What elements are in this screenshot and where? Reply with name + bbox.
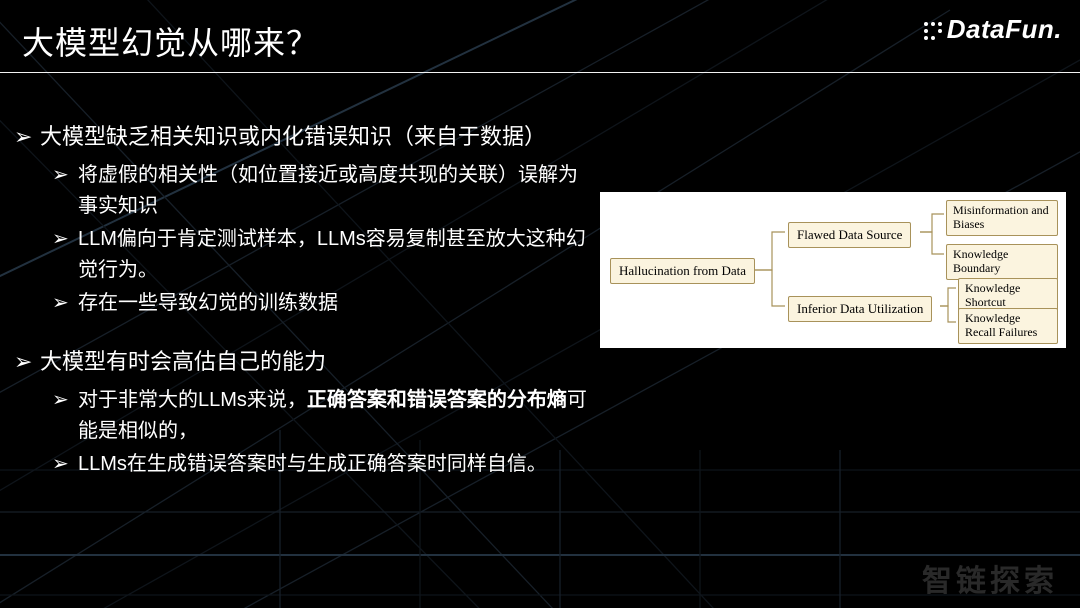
slide: 大模型幻觉从哪来？ DataFun. ➢ 大模型缺乏相关知识或内化错误知识（来自…: [0, 0, 1080, 608]
diagram-leaf-1: Misinformation and Biases: [946, 200, 1058, 236]
diagram-mid-1: Flawed Data Source: [788, 222, 911, 248]
bullet-1: ➢ 大模型缺乏相关知识或内化错误知识（来自于数据） ➢ 将虚假的相关性（如位置接…: [14, 120, 594, 319]
diagram-root: Hallucination from Data: [610, 258, 755, 284]
arrow-icon: ➢: [14, 120, 40, 154]
arrow-icon: ➢: [52, 160, 78, 191]
hallucination-diagram: Hallucination from Data Flawed Data Sour…: [600, 192, 1066, 348]
bullet-2: ➢ 大模型有时会高估自己的能力 ➢ 对于非常大的LLMs来说，正确答案和错误答案…: [14, 345, 594, 480]
bullet-1-sub-1: ➢ 将虚假的相关性（如位置接近或高度共现的关联）误解为事实知识: [52, 160, 594, 222]
logo-dots-icon: [921, 19, 943, 41]
diagram-mid-2: Inferior Data Utilization: [788, 296, 932, 322]
diagram-leaf-4: Knowledge Recall Failures: [958, 308, 1058, 344]
arrow-icon: ➢: [52, 288, 78, 319]
slide-title: 大模型幻觉从哪来？: [22, 18, 319, 64]
bullet-1-sub-3: ➢ 存在一些导致幻觉的训练数据: [52, 288, 594, 319]
bullet-content: ➢ 大模型缺乏相关知识或内化错误知识（来自于数据） ➢ 将虚假的相关性（如位置接…: [14, 120, 594, 506]
arrow-icon: ➢: [52, 449, 78, 480]
arrow-icon: ➢: [52, 385, 78, 416]
bullet-2-sub-2: ➢ LLMs在生成错误答案时与生成正确答案时同样自信。: [52, 449, 594, 480]
diagram-leaf-2: Knowledge Boundary: [946, 244, 1058, 280]
bullet-2-heading: 大模型有时会高估自己的能力: [40, 345, 326, 379]
arrow-icon: ➢: [14, 345, 40, 379]
bullet-2-sub-1: ➢ 对于非常大的LLMs来说，正确答案和错误答案的分布熵可能是相似的，: [52, 385, 594, 447]
arrow-icon: ➢: [52, 224, 78, 255]
bullet-1-sub-2: ➢ LLM偏向于肯定测试样本，LLMs容易复制甚至放大这种幻觉行为。: [52, 224, 594, 286]
datafun-logo: DataFun.: [921, 14, 1062, 45]
logo-text: DataFun.: [947, 14, 1062, 45]
title-divider: [0, 72, 1080, 73]
bullet-1-heading: 大模型缺乏相关知识或内化错误知识（来自于数据）: [40, 120, 546, 154]
watermark-text: 智链探索: [922, 556, 1058, 600]
